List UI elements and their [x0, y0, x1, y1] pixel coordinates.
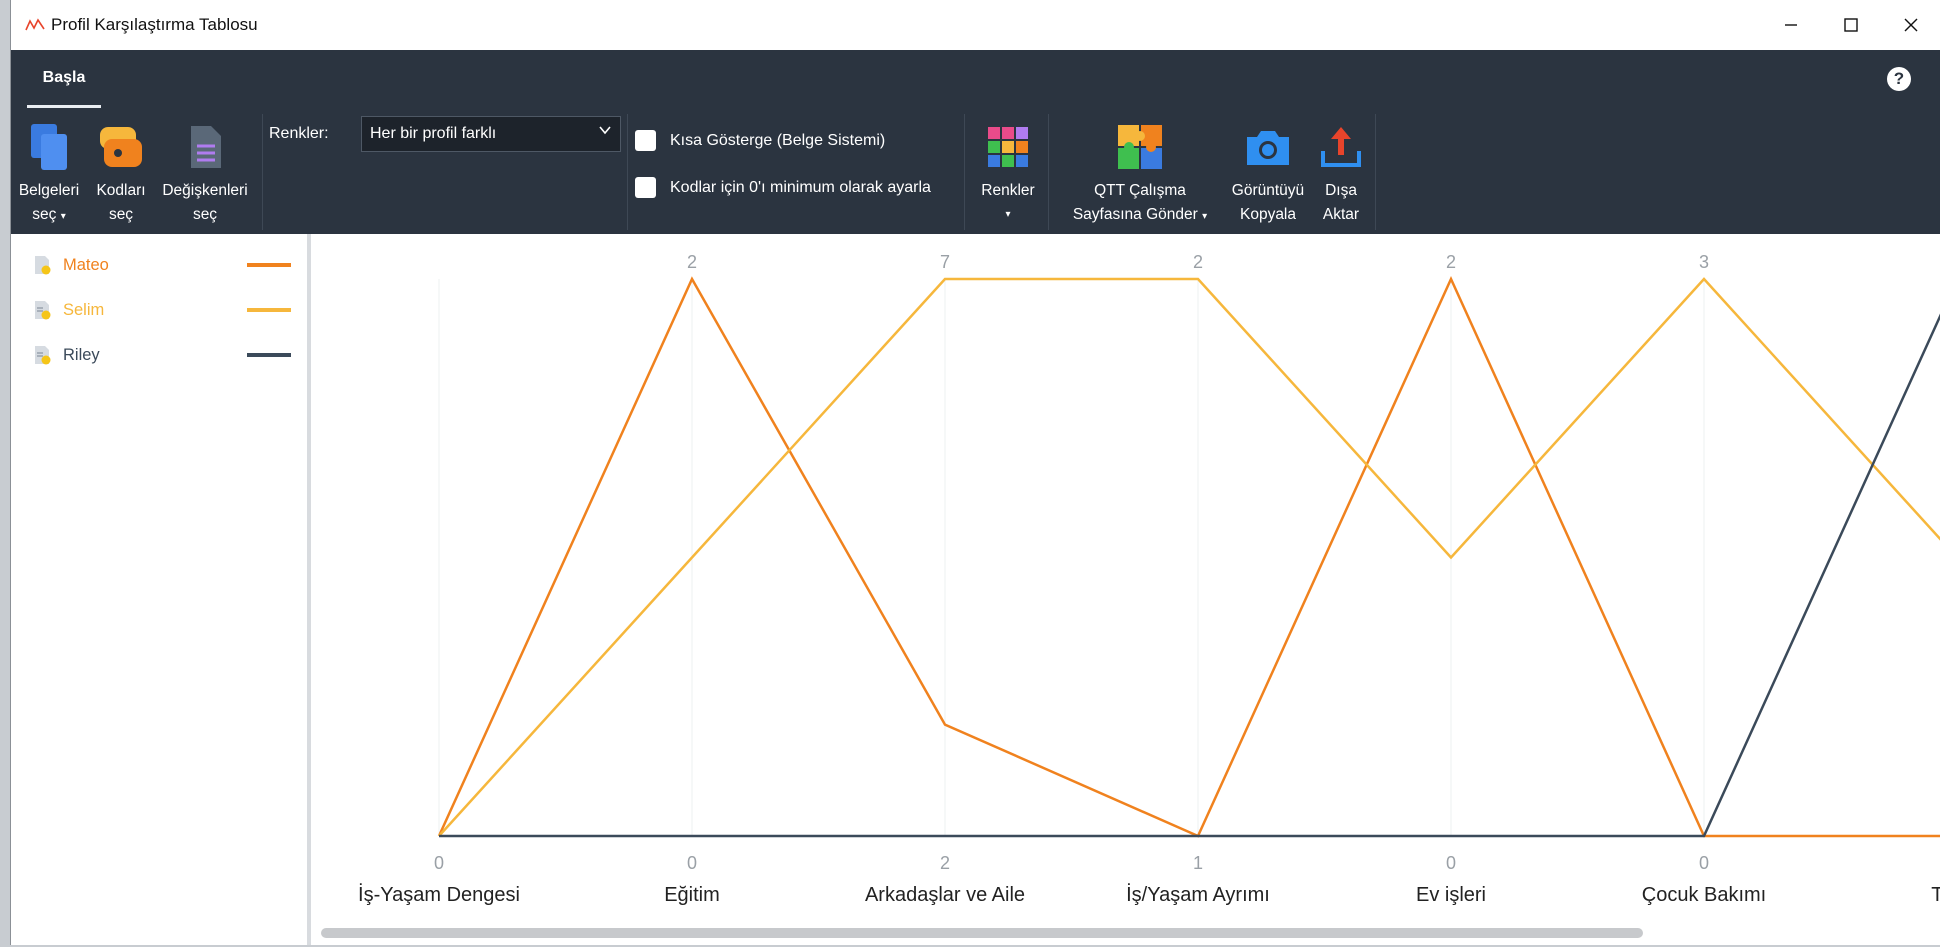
axis-min-label: 0 [1446, 853, 1456, 873]
select-codes-button[interactable]: Kodları seç [93, 118, 149, 227]
close-button[interactable] [1881, 0, 1940, 50]
profile-comparison-chart: İş-Yaşam Dengesi 0 Eğitim 2 0 Arkadaşlar ve A… [358, 252, 1940, 906]
horizontal-scrollbar[interactable] [316, 922, 1940, 945]
select-documents-label-2: seç [32, 206, 57, 223]
scrollbar-thumb[interactable] [321, 928, 1643, 938]
short-legend-checkbox[interactable] [635, 130, 656, 151]
maximize-button[interactable] [1821, 0, 1881, 50]
series-line-selim [438, 277, 1940, 837]
copy-image-label-2: Kopyala [1239, 206, 1296, 223]
axis-max-label: 2 [1446, 252, 1456, 272]
chevron-down-icon: ▾ [60, 211, 66, 222]
camera-icon [1225, 118, 1311, 176]
axis-max-label: 2 [1193, 252, 1203, 272]
send-to-qtt-label-2: Sayfasına Gönder [1072, 206, 1198, 223]
colors-select[interactable]: Her bir profil farklı [361, 116, 621, 152]
color-grid-icon [973, 118, 1043, 176]
chevron-down-icon: ▾ [1005, 209, 1011, 220]
legend-swatch-riley [247, 353, 291, 357]
copy-image-button[interactable]: Görüntüyü Kopyala [1225, 118, 1311, 227]
select-documents-label-1: Belgeleri [18, 182, 80, 199]
legend-panel: Mateo Selim Riley [11, 234, 311, 945]
export-label-1: Dışa [1325, 182, 1357, 199]
variables-icon [157, 118, 253, 176]
select-variables-label-2: seç [192, 206, 218, 223]
documents-icon [13, 118, 85, 176]
chevron-down-icon [598, 123, 612, 142]
minimize-button[interactable] [1761, 0, 1821, 50]
colors-label: Renkler: [269, 125, 329, 142]
app-logo-icon [25, 15, 45, 35]
colors-button-label: Renkler [981, 182, 1035, 199]
legend-label-riley: Riley [63, 345, 100, 364]
series-line-mateo [437, 275, 1940, 838]
legend-item-riley[interactable]: Riley [33, 341, 100, 369]
title-bar: Profil Karşılaştırma Tablosu [11, 0, 1940, 50]
zero-minimum-label: Kodlar için 0'ı minimum olarak ayarla [670, 178, 931, 196]
zero-minimum-checkbox[interactable] [635, 177, 656, 198]
axis-max-label: 2 [687, 252, 697, 272]
puzzle-icon [1055, 118, 1225, 176]
ribbon-divider [964, 114, 965, 230]
category-label: Eğitim [664, 884, 720, 906]
ribbon-toolbar: Belgeleri seç ▾ Kodları seç Değişkenleri… [11, 110, 1940, 234]
send-to-qtt-label-1: QTT Çalışma [1094, 182, 1186, 199]
ribbon-divider [1375, 114, 1376, 230]
colors-select-value: Her bir profil farklı [370, 125, 497, 142]
ribbon-divider [627, 114, 628, 230]
colors-button[interactable]: Renkler ▾ [973, 118, 1043, 227]
codes-icon [93, 118, 149, 176]
category-label: Ev işleri [1416, 884, 1486, 906]
axis-min-label: 2 [940, 853, 950, 873]
chevron-down-icon: ▾ [1202, 211, 1208, 222]
axis-min-label: 0 [1699, 853, 1709, 873]
legend-label-selim: Selim [63, 300, 105, 319]
help-icon[interactable]: ? [1887, 67, 1911, 91]
category-label: İş/Yaşam Ayrımı [1126, 883, 1270, 906]
zero-minimum-option[interactable]: Kodlar için 0'ı minimum olarak ayarla [635, 177, 931, 198]
short-legend-label: Kısa Gösterge (Belge Sistemi) [670, 131, 886, 149]
export-label-2: Aktar [1322, 206, 1360, 223]
legend-item-mateo[interactable]: Mateo [33, 251, 109, 279]
ribbon-divider [262, 114, 263, 230]
send-to-qtt-button[interactable]: QTT Çalışma Sayfasına Gönder ▾ [1055, 118, 1225, 229]
copy-image-label-1: Görüntüyü [1231, 182, 1305, 199]
category-label: Tipik i [1931, 884, 1940, 906]
export-button[interactable]: Dışa Aktar [1313, 118, 1369, 227]
document-icon [35, 256, 51, 275]
legend-swatch-mateo [247, 263, 291, 267]
window-title: Profil Karşılaştırma Tablosu [51, 15, 258, 34]
select-codes-label-2: seç [108, 206, 134, 223]
export-icon [1313, 118, 1369, 176]
category-label: Çocuk Bakımı [1642, 884, 1766, 906]
legend-label-mateo: Mateo [63, 255, 109, 274]
axis-max-label: 7 [940, 252, 950, 272]
legend-swatch-selim [247, 308, 291, 312]
legend-item-selim[interactable]: Selim [33, 296, 104, 324]
select-variables-button[interactable]: Değişkenleri seç [157, 118, 253, 227]
axis-min-label: 0 [434, 853, 444, 873]
ribbon-divider [1048, 114, 1049, 230]
axis-max-label: 3 [1699, 252, 1709, 272]
category-label: Arkadaşlar ve Aile [865, 884, 1025, 906]
category-label: İş-Yaşam Dengesi [358, 883, 520, 906]
series-line-riley [439, 313, 1940, 838]
axis-min-label: 0 [687, 853, 697, 873]
select-documents-button[interactable]: Belgeleri seç ▾ [13, 118, 85, 229]
select-variables-label-1: Değişkenleri [162, 182, 248, 199]
ribbon-tab-bar: Başla ? [11, 50, 1940, 110]
axis-min-label: 1 [1193, 853, 1203, 873]
profile-comparison-window: Profil Karşılaştırma Tablosu Başla ? Bel… [10, 0, 1940, 945]
select-codes-label-1: Kodları [96, 182, 146, 199]
document-icon [35, 346, 51, 365]
tab-start[interactable]: Başla [27, 50, 101, 108]
short-legend-option[interactable]: Kısa Gösterge (Belge Sistemi) [635, 130, 885, 151]
document-icon [35, 301, 51, 320]
